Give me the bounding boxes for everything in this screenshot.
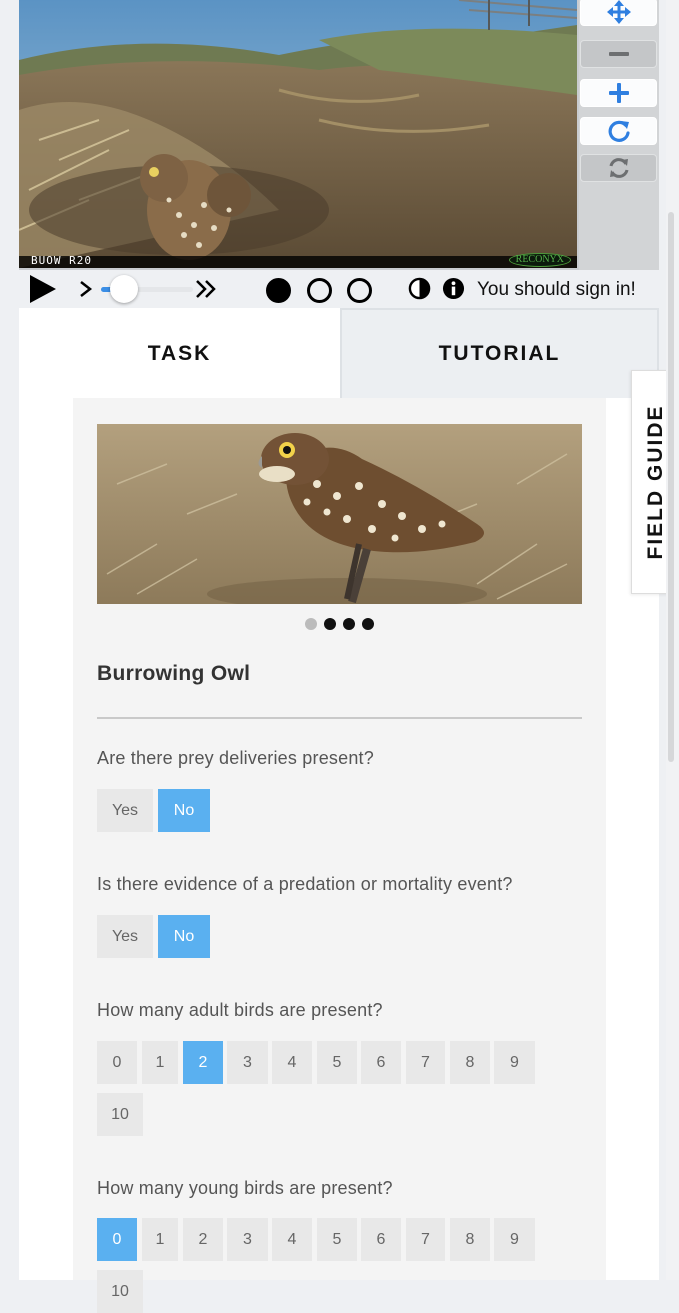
answer-no-button[interactable]: No bbox=[158, 915, 210, 958]
count-option-button[interactable]: 9 bbox=[494, 1041, 535, 1084]
count-option-button[interactable]: 4 bbox=[272, 1041, 312, 1084]
reset-refresh-icon bbox=[609, 158, 628, 178]
question-adult-count: How many adult birds are present? bbox=[97, 1000, 383, 1020]
task-panel: Burrowing Owl Are there prey deliveries … bbox=[73, 398, 606, 1313]
carousel-dot-2[interactable] bbox=[324, 618, 336, 630]
count-option-button[interactable]: 2 bbox=[183, 1041, 223, 1084]
count-option-button[interactable]: 7 bbox=[406, 1041, 445, 1084]
contrast-icon[interactable] bbox=[408, 277, 431, 300]
divider bbox=[97, 717, 582, 719]
rotate-icon bbox=[608, 120, 630, 142]
count-option-button[interactable]: 10 bbox=[97, 1093, 143, 1136]
rotate-button[interactable] bbox=[580, 117, 657, 145]
count-option-button[interactable]: 7 bbox=[406, 1218, 445, 1261]
count-option-button[interactable]: 5 bbox=[317, 1218, 357, 1261]
camera-trap-scene bbox=[19, 0, 577, 268]
count-option-button[interactable]: 0 bbox=[97, 1041, 137, 1084]
count-option-button[interactable]: 8 bbox=[450, 1218, 490, 1261]
play-icon[interactable] bbox=[28, 274, 58, 304]
speed-slider-handle[interactable] bbox=[110, 275, 138, 303]
species-title: Burrowing Owl bbox=[97, 662, 251, 685]
frame-1-button[interactable] bbox=[266, 278, 291, 303]
question-predation-mortality: Is there evidence of a predation or mort… bbox=[97, 874, 513, 894]
camera-viewer: BUOW R20 RECONYX bbox=[19, 0, 659, 270]
count-option-button[interactable]: 1 bbox=[142, 1218, 178, 1261]
move-button[interactable] bbox=[580, 0, 657, 26]
double-chevron-right-icon[interactable] bbox=[195, 279, 217, 299]
tab-tutorial[interactable]: TUTORIAL bbox=[340, 308, 659, 400]
question-young-count: How many young birds are present? bbox=[97, 1178, 393, 1198]
carousel-dot-4[interactable] bbox=[362, 618, 374, 630]
frame-3-button[interactable] bbox=[347, 278, 372, 303]
playback-controls: You should sign in! bbox=[19, 270, 659, 308]
count-option-button[interactable]: 10 bbox=[97, 1270, 143, 1313]
photo-carousel-dots bbox=[305, 618, 374, 632]
count-option-button[interactable]: 6 bbox=[361, 1041, 401, 1084]
count-option-button[interactable]: 9 bbox=[494, 1218, 535, 1261]
count-option-button[interactable]: 3 bbox=[227, 1218, 268, 1261]
count-option-button[interactable]: 4 bbox=[272, 1218, 312, 1261]
species-photo bbox=[97, 424, 582, 604]
reset-button[interactable] bbox=[580, 154, 657, 182]
carousel-dot-1[interactable] bbox=[305, 618, 317, 630]
page-scrollbar-thumb[interactable] bbox=[668, 212, 674, 762]
count-option-button[interactable]: 1 bbox=[142, 1041, 178, 1084]
tab-task[interactable]: TASK bbox=[19, 308, 340, 400]
zoom-out-minus-icon bbox=[608, 52, 629, 56]
answer-no-button[interactable]: No bbox=[158, 789, 210, 832]
answer-yes-button[interactable]: Yes bbox=[97, 915, 153, 958]
task-tabs: TASK TUTORIAL bbox=[19, 308, 659, 400]
zoom-in-plus-icon bbox=[608, 83, 629, 103]
chevron-right-icon[interactable] bbox=[79, 280, 93, 298]
camera-brand-logo: RECONYX bbox=[508, 253, 571, 267]
count-option-button[interactable]: 0 bbox=[97, 1218, 137, 1261]
carousel-dot-3[interactable] bbox=[343, 618, 355, 630]
field-guide-label: FIELD GUIDE bbox=[643, 404, 667, 560]
count-option-button[interactable]: 3 bbox=[227, 1041, 268, 1084]
frame-2-button[interactable] bbox=[307, 278, 332, 303]
sign-in-notice[interactable]: You should sign in! bbox=[477, 279, 636, 301]
count-option-button[interactable]: 8 bbox=[450, 1041, 490, 1084]
camera-id-stamp: BUOW R20 bbox=[31, 254, 92, 267]
camera-trap-image[interactable]: BUOW R20 RECONYX bbox=[19, 0, 577, 268]
burrowing-owl-photo bbox=[97, 424, 582, 604]
info-icon[interactable] bbox=[442, 277, 465, 300]
count-option-button[interactable]: 6 bbox=[361, 1218, 401, 1261]
image-info-bar bbox=[19, 256, 577, 268]
zoom-in-button[interactable] bbox=[580, 79, 657, 107]
zoom-out-button[interactable] bbox=[580, 40, 657, 68]
count-option-button[interactable]: 5 bbox=[317, 1041, 357, 1084]
zoom-controls bbox=[579, 0, 659, 270]
count-option-button[interactable]: 2 bbox=[183, 1218, 223, 1261]
move-arrows-icon bbox=[606, 0, 631, 24]
question-prey-deliveries: Are there prey deliveries present? bbox=[97, 748, 374, 768]
answer-yes-button[interactable]: Yes bbox=[97, 789, 153, 832]
